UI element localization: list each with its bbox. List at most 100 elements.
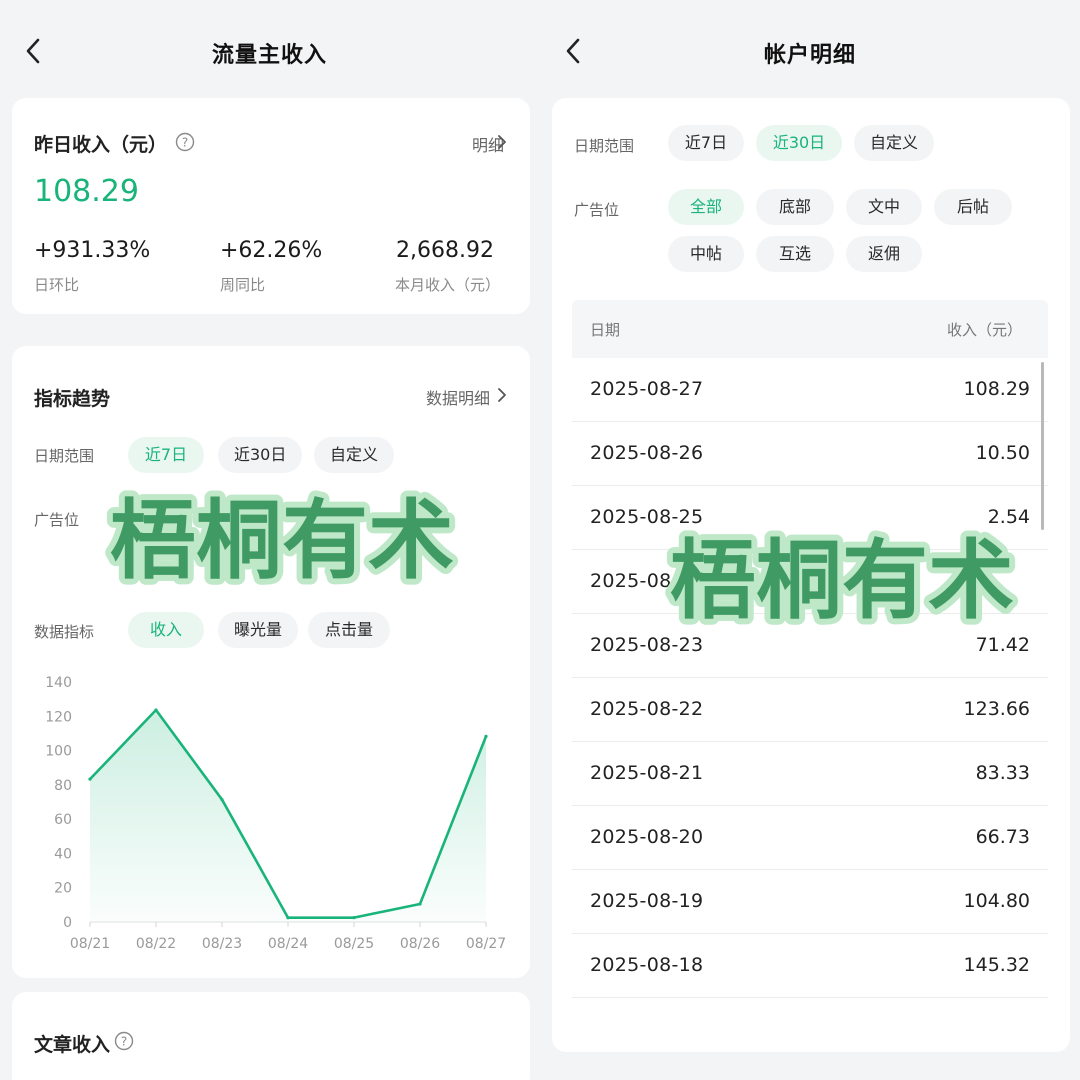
row-date: 2025-08-19 xyxy=(590,890,704,912)
ad-slot-rebate[interactable]: 返佣 xyxy=(846,236,922,272)
row-date: 2025-08-26 xyxy=(590,442,704,464)
page-title: 帐户明细 xyxy=(764,43,857,68)
yesterday-income-card: 昨日收入（元） ? 明细 108.29 +931.33% 日环比 +62.26%… xyxy=(12,98,530,314)
stat-value-month-income: 2,668.92 xyxy=(396,238,494,263)
row-date: 2025-08-18 xyxy=(590,954,704,976)
row-income: 71.42 xyxy=(975,634,1030,656)
row-income: 10.50 xyxy=(975,442,1030,464)
back-arrow-icon[interactable] xyxy=(20,36,48,66)
x-tick-label: 08/27 xyxy=(466,936,506,952)
metric-option-clicks[interactable]: 点击量 xyxy=(308,612,390,648)
row-date: 2025-08-23 xyxy=(590,634,704,656)
data-point xyxy=(88,777,92,781)
x-tick-label: 08/25 xyxy=(334,936,374,952)
table-row: 2025-08-20 66.73 xyxy=(572,806,1048,870)
table-row: 2025-08-23 71.42 xyxy=(572,614,1048,678)
ad-slot-mutual[interactable]: 互选 xyxy=(756,236,834,272)
svg-text:?: ? xyxy=(121,1035,127,1049)
yesterday-income-label: 昨日收入（元） xyxy=(34,134,168,156)
right-panel: 帐户明细 日期范围 近7日 近30日 自定义 广告位 全部 底部 文中 后帖 中… xyxy=(540,0,1080,1080)
income-trend-chart: 0 20 40 60 80 100 120 140 08/21 08/22 08/23 08/24 08… xyxy=(45,675,506,952)
page-title: 流量主收入 xyxy=(212,43,328,68)
date-option-custom[interactable]: 自定义 xyxy=(314,437,394,473)
trend-card: 指标趋势 数据明细 日期范围 近7日 近30日 自定义 广告位 数据指标 收入 … xyxy=(12,346,530,978)
data-point xyxy=(154,708,158,712)
y-tick-label: 0 xyxy=(63,915,72,931)
x-tick-label: 08/24 xyxy=(268,936,308,952)
stat-label-month-income: 本月收入（元） xyxy=(394,276,500,294)
row-date: 2025-08-22 xyxy=(590,698,704,720)
trend-detail-link[interactable]: 数据明细 xyxy=(426,385,490,409)
left-panel: 流量主收入 昨日收入（元） ? 明细 108.29 +931.33% 日环比 +… xyxy=(0,0,540,1080)
ad-slot-bottom[interactable]: 底部 xyxy=(756,189,834,225)
help-icon[interactable]: ? xyxy=(175,132,195,152)
row-date: 2025-08-21 xyxy=(590,762,704,784)
x-tick-label: 08/21 xyxy=(70,936,110,952)
date-option-30d[interactable]: 近30日 xyxy=(218,437,302,473)
row-income: 83.33 xyxy=(975,762,1030,784)
row-date: 2025-08-27 xyxy=(590,378,704,400)
date-range-label: 日期范围 xyxy=(34,447,95,465)
chevron-right-icon xyxy=(498,388,506,402)
row-income: 145.32 xyxy=(963,954,1030,976)
table-header-date: 日期 xyxy=(590,321,621,339)
trend-title: 指标趋势 xyxy=(34,388,111,410)
row-date: 2025-08-25 xyxy=(590,506,704,528)
stat-value-week-ratio: +62.26% xyxy=(220,238,323,263)
scrollbar-thumb[interactable] xyxy=(1041,362,1044,530)
row-income: 2.54 xyxy=(987,506,1030,528)
row-date: 2025-08-24 xyxy=(590,570,704,592)
article-income-title: 文章收入 xyxy=(34,1034,111,1056)
date-option-custom[interactable]: 自定义 xyxy=(854,125,934,161)
stat-label-day-ratio: 日环比 xyxy=(34,276,80,294)
article-income-card: 文章收入 ? xyxy=(12,992,530,1080)
data-point xyxy=(352,916,356,920)
date-option-30d[interactable]: 近30日 xyxy=(756,125,842,161)
data-point xyxy=(418,902,422,906)
x-tick-label: 08/26 xyxy=(400,936,440,952)
table-row: 2025-08-18 145.32 xyxy=(572,934,1048,998)
ad-slot-middle[interactable]: 中帖 xyxy=(668,236,744,272)
table-row: 2025-08-26 10.50 xyxy=(572,422,1048,486)
y-tick-label: 60 xyxy=(54,812,72,828)
ad-slot-all[interactable]: 全部 xyxy=(668,189,744,225)
stat-label-week-ratio: 周同比 xyxy=(220,276,266,294)
table-row: 2025-08-25 2.54 xyxy=(572,486,1048,550)
row-income: 66.73 xyxy=(975,826,1030,848)
table-row: 2025-08-24 xyxy=(572,550,1048,614)
table-header-income: 收入（元） xyxy=(946,321,1022,339)
y-tick-label: 140 xyxy=(45,675,72,691)
table-row: 2025-08-19 104.80 xyxy=(572,870,1048,934)
yesterday-income-value: 108.29 xyxy=(34,174,139,209)
row-income: 104.80 xyxy=(963,890,1030,912)
table-header: 日期 收入（元） xyxy=(572,300,1048,358)
ad-slot-label: 广告位 xyxy=(574,201,620,219)
data-point xyxy=(484,734,488,738)
chevron-right-icon xyxy=(498,135,506,149)
help-icon[interactable]: ? xyxy=(114,1031,134,1051)
back-arrow-icon[interactable] xyxy=(560,36,588,66)
y-tick-label: 100 xyxy=(45,744,72,760)
y-tick-label: 80 xyxy=(54,778,72,794)
income-table: 日期 收入（元） 2025-08-27 108.29 2025-08-26 10.50… xyxy=(572,300,1048,1030)
metric-option-income[interactable]: 收入 xyxy=(128,612,204,648)
metric-option-impressions[interactable]: 曝光量 xyxy=(218,612,298,648)
x-tick-label: 08/22 xyxy=(136,936,176,952)
account-detail-card: 日期范围 近7日 近30日 自定义 广告位 全部 底部 文中 后帖 中帖 互选 … xyxy=(552,98,1070,1052)
row-income: 123.66 xyxy=(963,698,1030,720)
table-row: 2025-08-22 123.66 xyxy=(572,678,1048,742)
svg-text:?: ? xyxy=(182,136,188,150)
y-tick-label: 40 xyxy=(54,846,72,862)
data-point xyxy=(220,797,224,802)
date-range-label: 日期范围 xyxy=(574,137,635,155)
ad-slot-label: 广告位 xyxy=(34,511,80,529)
metric-label: 数据指标 xyxy=(34,623,95,641)
stat-value-day-ratio: +931.33% xyxy=(34,238,151,263)
ad-slot-in-article[interactable]: 文中 xyxy=(846,189,922,225)
date-option-7d[interactable]: 近7日 xyxy=(668,125,744,161)
table-row: 2025-08-21 83.33 xyxy=(572,742,1048,806)
y-tick-label: 20 xyxy=(54,881,72,897)
date-option-7d[interactable]: 近7日 xyxy=(128,437,204,473)
table-row: 2025-08-27 108.29 xyxy=(572,358,1048,422)
ad-slot-post[interactable]: 后帖 xyxy=(934,189,1012,225)
